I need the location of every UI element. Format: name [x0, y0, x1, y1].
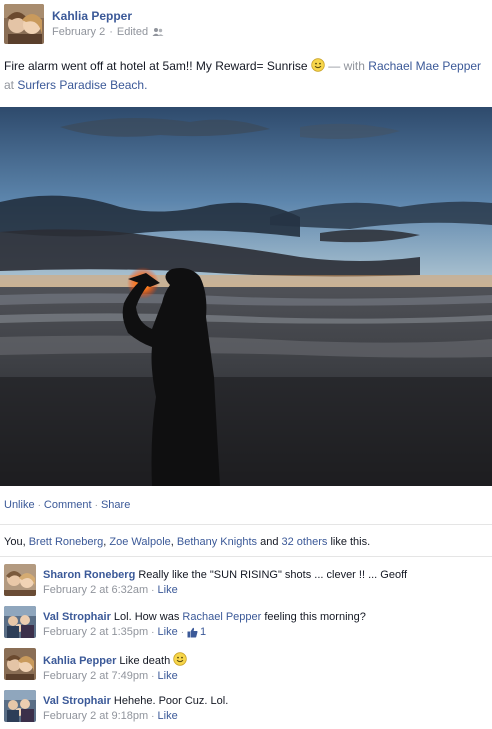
meta-separator: ·	[151, 626, 155, 638]
commenter-avatar[interactable]	[4, 564, 36, 596]
comment-time[interactable]: February 2 at 1:35pm	[43, 626, 148, 638]
comment-message: Lol. How was	[113, 611, 180, 623]
smiley-emoticon-icon	[173, 652, 187, 666]
liker-link[interactable]: Zoe Walpole	[109, 536, 170, 548]
comment-like-button[interactable]: Like	[158, 670, 178, 682]
location-link[interactable]: Surfers Paradise Beach.	[17, 78, 147, 92]
comment-text: Sharon Roneberg Really like the "SUN RIS…	[43, 568, 483, 582]
comment-message: Hehehe. Poor Cuz. Lol.	[113, 695, 229, 707]
meta-separator: ·	[180, 626, 185, 638]
comment-author-link[interactable]: Kahlia Pepper	[43, 655, 116, 667]
comment-text: Kahlia Pepper Like death	[43, 652, 483, 668]
commenter-avatar[interactable]	[4, 606, 36, 638]
comment-text: Val Strophair Hehehe. Poor Cuz. Lol.	[43, 694, 483, 708]
liker-link[interactable]: Brett Roneberg	[29, 536, 104, 548]
action-separator: ·	[94, 499, 98, 511]
post-photo[interactable]	[0, 107, 492, 486]
comment-meta: February 2 at 1:35pm · Like · 1	[43, 626, 483, 638]
comment-like-button[interactable]: Like	[158, 584, 178, 596]
comment-message: Like death	[119, 655, 171, 667]
post-actions: Unlike · Comment · Share	[4, 499, 130, 511]
meta-separator: ·	[151, 584, 155, 596]
post-header: Kahlia Pepper February 2 · Edited	[4, 4, 488, 44]
author-avatar[interactable]	[4, 4, 44, 44]
comment-item: Kahlia Pepper Like death February 2 at 7…	[4, 644, 488, 684]
tagged-person-link[interactable]: Rachael Mae Pepper	[368, 59, 481, 73]
status-text: Fire alarm went off at hotel at 5am!! My…	[4, 59, 308, 73]
mention-link[interactable]: Rachael Pepper	[182, 611, 261, 623]
comment-text: Val Strophair Lol. How was Rachael Peppe…	[43, 610, 483, 624]
likes-summary: You, Brett Roneberg, Zoe Walpole, Bethan…	[4, 536, 371, 548]
likes-suffix: like this.	[330, 536, 371, 548]
liker-link[interactable]: Bethany Knights	[177, 536, 257, 548]
post-date[interactable]: February 2	[52, 26, 105, 38]
meta-separator: ·	[151, 710, 155, 722]
at-word: at	[4, 78, 15, 92]
divider	[0, 524, 492, 525]
friends-audience-icon[interactable]	[152, 27, 164, 37]
comment-item: Val Strophair Hehehe. Poor Cuz. Lol. Feb…	[4, 686, 488, 726]
likes-you: You,	[4, 536, 26, 548]
meta-separator: ·	[109, 26, 113, 38]
edited-label[interactable]: Edited	[117, 26, 148, 38]
like-count-value: 1	[200, 626, 207, 638]
divider	[0, 556, 492, 557]
comment-like-button[interactable]: Like	[158, 710, 178, 722]
post-meta: February 2 · Edited	[52, 26, 164, 38]
comment-body: Val Strophair Hehehe. Poor Cuz. Lol. Feb…	[43, 694, 483, 722]
comment-like-count[interactable]: 1	[187, 626, 206, 638]
comment-time[interactable]: February 2 at 6:32am	[43, 584, 148, 596]
action-separator: ·	[37, 499, 41, 511]
with-prefix: — with	[328, 59, 365, 73]
comment-item: Val Strophair Lol. How was Rachael Peppe…	[4, 602, 488, 642]
comment-message: feeling this morning?	[264, 611, 366, 623]
likes-and: and	[260, 536, 279, 548]
comment-meta: February 2 at 9:18pm · Like	[43, 710, 483, 722]
comment-author-link[interactable]: Val Strophair	[43, 695, 111, 707]
comment-meta: February 2 at 6:32am · Like	[43, 584, 483, 596]
share-button[interactable]: Share	[101, 499, 130, 511]
comment-like-button[interactable]: Like	[158, 626, 178, 638]
thumbs-up-icon	[187, 627, 198, 638]
comment-button[interactable]: Comment	[44, 499, 92, 511]
comment-meta: February 2 at 7:49pm · Like	[43, 670, 483, 682]
comment-author-link[interactable]: Val Strophair	[43, 611, 111, 623]
likes-others-link[interactable]: 32 others	[282, 536, 328, 548]
author-name-link[interactable]: Kahlia Pepper	[52, 9, 132, 23]
comment-time[interactable]: February 2 at 9:18pm	[43, 710, 148, 722]
post-status: Fire alarm went off at hotel at 5am!! My…	[4, 57, 488, 95]
commenter-avatar[interactable]	[4, 648, 36, 680]
comment-item: Sharon Roneberg Really like the "SUN RIS…	[4, 560, 488, 600]
comment-time[interactable]: February 2 at 7:49pm	[43, 670, 148, 682]
unlike-button[interactable]: Unlike	[4, 499, 35, 511]
comment-message: Really like the "SUN RISING" shots ... c…	[138, 569, 407, 581]
comment-body: Sharon Roneberg Really like the "SUN RIS…	[43, 568, 483, 596]
meta-separator: ·	[151, 670, 155, 682]
comment-body: Val Strophair Lol. How was Rachael Peppe…	[43, 610, 483, 638]
smiley-emoticon-icon	[311, 58, 325, 72]
comment-body: Kahlia Pepper Like death February 2 at 7…	[43, 652, 483, 682]
commenter-avatar[interactable]	[4, 690, 36, 722]
comment-author-link[interactable]: Sharon Roneberg	[43, 569, 135, 581]
